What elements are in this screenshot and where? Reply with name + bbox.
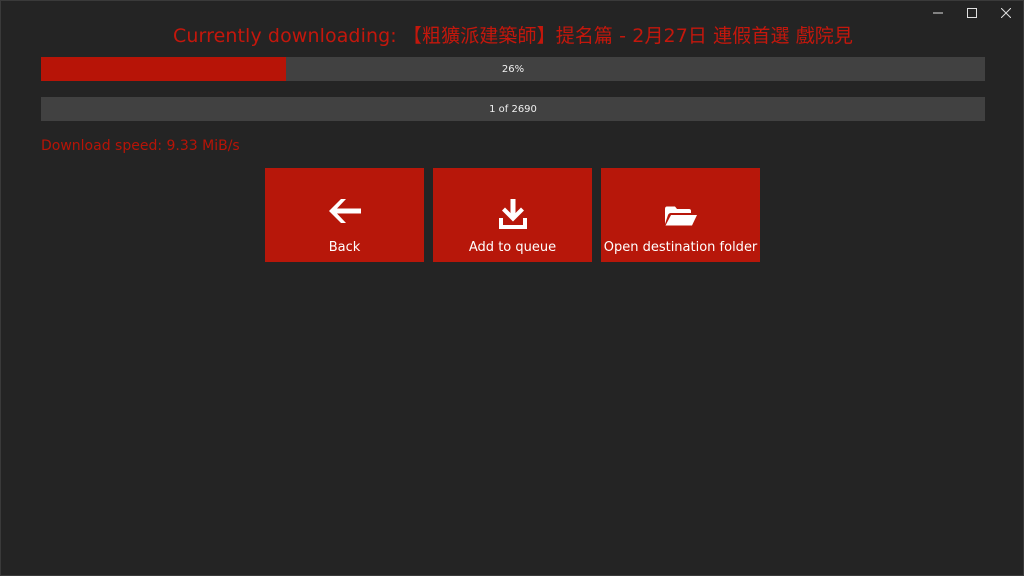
app-window: Currently downloading: 【粗獷派建築師】提名篇 - 2月2… xyxy=(0,0,1024,576)
add-to-queue-button[interactable]: Add to queue xyxy=(433,168,592,262)
add-to-queue-label: Add to queue xyxy=(468,240,557,255)
minimize-icon xyxy=(933,12,943,14)
open-destination-folder-label: Open destination folder xyxy=(603,240,758,255)
download-speed-text: Download speed: 9.33 MiB/s xyxy=(41,138,240,154)
download-icon xyxy=(433,199,592,232)
queue-progress-bar: 1 of 2690 xyxy=(41,97,985,121)
download-progress-bar: 26% xyxy=(41,57,985,81)
back-label: Back xyxy=(328,240,361,255)
arrow-left-icon xyxy=(265,198,424,224)
open-destination-folder-button[interactable]: Open destination folder xyxy=(601,168,760,262)
download-progress-label: 26% xyxy=(501,63,525,75)
folder-open-icon xyxy=(601,206,760,226)
back-button[interactable]: Back xyxy=(265,168,424,262)
queue-progress-label: 1 of 2690 xyxy=(489,103,537,115)
maximize-icon xyxy=(967,8,977,18)
page-title: Currently downloading: 【粗獷派建築師】提名篇 - 2月2… xyxy=(173,25,853,47)
action-tiles: Back Add to queue Open destination folde… xyxy=(265,168,760,262)
close-icon xyxy=(1001,8,1011,18)
